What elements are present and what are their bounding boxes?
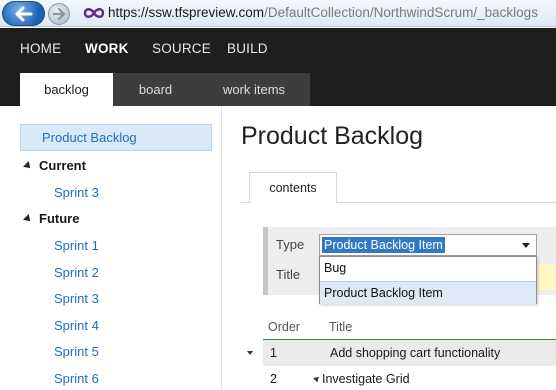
row-order: 2 <box>270 372 277 386</box>
forward-arrow-icon <box>52 8 66 20</box>
type-label: Type <box>276 237 305 252</box>
type-select[interactable]: Product Backlog Item <box>319 234 537 256</box>
grid-header-title[interactable]: Title <box>329 320 352 334</box>
row-menu-icon[interactable] <box>247 351 253 355</box>
page-title: Product Backlog <box>241 122 424 150</box>
collapse-triangle-icon[interactable] <box>23 214 33 224</box>
tab-work-items[interactable]: work items <box>198 73 310 106</box>
back-arrow-icon <box>15 6 32 21</box>
chevron-down-icon[interactable] <box>522 243 530 248</box>
tab-board[interactable]: board <box>113 73 198 106</box>
sidebar: Product Backlog Current Sprint 3 Future … <box>0 106 222 390</box>
sidebar-item-sprint-6[interactable]: Sprint 6 <box>54 371 99 386</box>
sidebar-item-sprint-4[interactable]: Sprint 4 <box>54 318 99 333</box>
sidebar-item-sprint-1[interactable]: Sprint 1 <box>54 238 99 253</box>
address-url[interactable]: https://ssw.tfspreview.com/DefaultCollec… <box>108 4 538 22</box>
row-title: Add shopping cart functionality <box>330 346 501 360</box>
grid-header-order[interactable]: Order <box>268 320 300 334</box>
dropdown-option-product-backlog-item[interactable]: Product Backlog Item <box>320 281 536 304</box>
forward-button[interactable] <box>48 3 70 25</box>
nav-work[interactable]: WORK <box>85 41 129 56</box>
dropdown-option-bug[interactable]: Bug <box>320 257 536 280</box>
row-title: Investigate Grid <box>322 372 410 386</box>
url-host: https://ssw.tfspreview.com <box>108 5 265 20</box>
table-row[interactable]: 1 Add shopping cart functionality <box>263 340 556 366</box>
browser-address-bar: https://ssw.tfspreview.com/DefaultCollec… <box>0 0 556 27</box>
nav-build[interactable]: BUILD <box>227 41 268 56</box>
sidebar-item-product-backlog[interactable]: Product Backlog <box>20 124 212 151</box>
tab-backlog[interactable]: backlog <box>20 73 113 106</box>
sidebar-item-sprint-3[interactable]: Sprint 3 <box>54 291 99 306</box>
title-label: Title <box>276 267 301 282</box>
collapse-triangle-icon[interactable] <box>23 161 33 171</box>
sidebar-item-sprint-5[interactable]: Sprint 5 <box>54 344 99 359</box>
url-path: /DefaultCollection/NorthwindScrum/_backl… <box>264 5 538 20</box>
nav-home[interactable]: HOME <box>20 41 61 56</box>
sidebar-item-sprint-2[interactable]: Sprint 2 <box>54 265 99 280</box>
tab-contents[interactable]: contents <box>249 172 337 203</box>
sidebar-group-label: Future <box>39 211 80 226</box>
top-navigation: HOME WORK SOURCE BUILD backlog board wor… <box>0 28 556 106</box>
title-input-field[interactable] <box>538 264 556 290</box>
back-button[interactable] <box>2 1 45 26</box>
main-content: Product Backlog contents Type Title Prod… <box>223 106 556 390</box>
row-order: 1 <box>270 346 277 360</box>
site-logo-icon <box>83 8 105 18</box>
sidebar-item-current-sprint-3[interactable]: Sprint 3 <box>54 185 99 200</box>
sidebar-group-current[interactable]: Current <box>23 158 86 173</box>
sidebar-group-future[interactable]: Future <box>23 211 80 226</box>
table-row[interactable]: 2 Investigate Grid <box>263 366 556 390</box>
type-select-value: Product Backlog Item <box>322 237 445 253</box>
nav-source[interactable]: SOURCE <box>152 41 211 56</box>
type-dropdown-list: Bug Product Backlog Item <box>319 256 537 304</box>
sidebar-group-label: Current <box>39 158 86 173</box>
